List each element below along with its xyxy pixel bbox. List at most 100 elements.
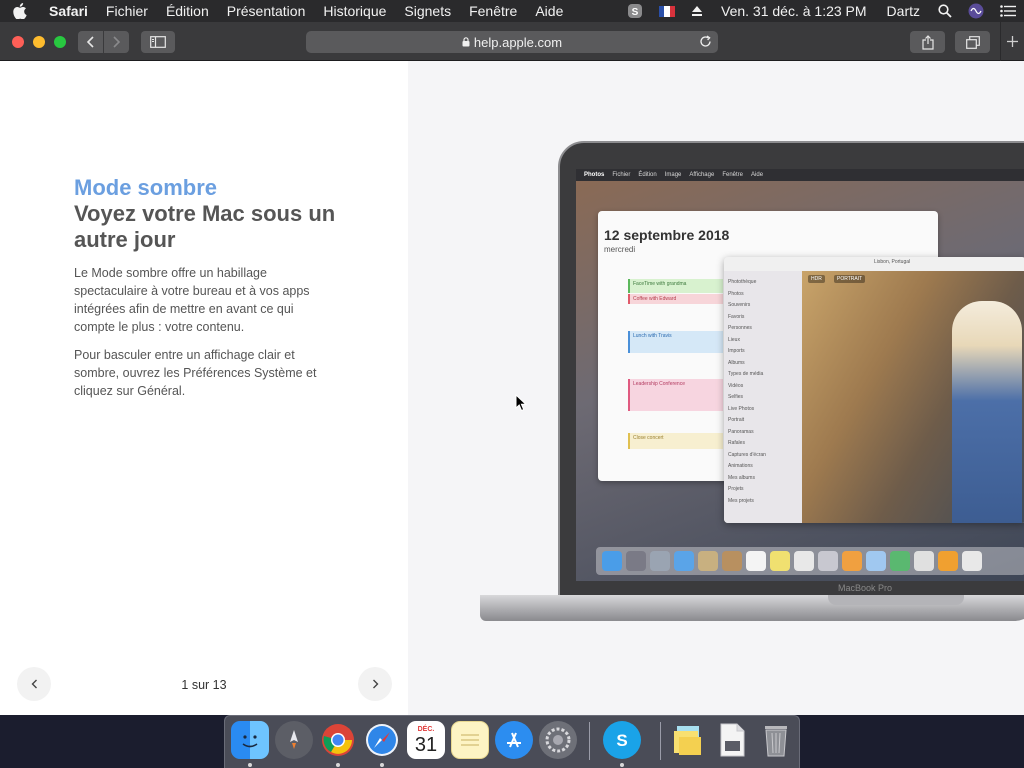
- screen-menubar: Photos Fichier Édition Image Affichage F…: [576, 169, 1024, 181]
- safari-window: help.apple.com Mode sombre Voyez votre M…: [0, 22, 1024, 715]
- tabs-overview-icon: [965, 35, 980, 49]
- menu-fenetre[interactable]: Fenêtre: [460, 0, 526, 22]
- dock: DÉC. 31 S: [224, 715, 800, 768]
- chevron-left-icon: [31, 679, 37, 689]
- mouse-cursor-icon: [515, 393, 528, 417]
- skype-status-icon[interactable]: S: [619, 0, 651, 22]
- feature-text-panel: Mode sombre Voyez votre Mac sous un autr…: [0, 61, 408, 715]
- share-button[interactable]: [910, 31, 945, 53]
- forward-button[interactable]: [104, 31, 129, 53]
- new-tab-button[interactable]: [1000, 22, 1024, 61]
- calendar-event: FaceTime with grandma: [628, 279, 723, 293]
- calendar-event: Leadership Conference: [628, 379, 723, 411]
- share-icon: [921, 34, 934, 50]
- calendar-date: 12 septembre 2018: [604, 227, 730, 243]
- reload-icon[interactable]: [699, 35, 712, 48]
- macbook-illustration: Photos Fichier Édition Image Affichage F…: [408, 61, 1024, 715]
- plus-icon: [1007, 36, 1018, 47]
- photos-sidebar-item: Mes projets: [728, 497, 754, 504]
- photos-sidebar-item: Portrait: [728, 417, 745, 423]
- safari-icon[interactable]: [363, 721, 401, 759]
- minimize-window-button[interactable]: [33, 36, 45, 48]
- notes-icon[interactable]: [451, 721, 489, 759]
- photos-window: Lisbon, Portugal Photothèque Photos Souv…: [724, 257, 1024, 523]
- page-content: Mode sombre Voyez votre Mac sous un autr…: [0, 61, 1024, 715]
- sidebar-toggle-button[interactable]: [141, 31, 175, 53]
- screen-dock: [596, 547, 1024, 575]
- photos-sidebar-item: Live Photos: [728, 405, 755, 412]
- eject-icon[interactable]: [683, 0, 711, 22]
- hdr-badge: HDR: [808, 275, 825, 283]
- photos-sidebar-item: Photos: [728, 290, 744, 297]
- calendar-event: Close concert: [628, 433, 723, 449]
- dock-separator: [660, 722, 661, 760]
- previous-slide-button[interactable]: [17, 667, 51, 701]
- photo-subject: [952, 301, 1022, 523]
- stickies-icon[interactable]: [669, 721, 707, 759]
- chevron-left-icon: [86, 36, 94, 48]
- apple-menu-icon[interactable]: [0, 3, 40, 19]
- running-indicator: [248, 763, 252, 767]
- menubar-clock[interactable]: Ven. 31 déc. à 1:23 PM: [711, 3, 877, 19]
- photos-sidebar-item: Mes albums: [728, 474, 755, 481]
- menubar-user[interactable]: Dartz: [877, 3, 930, 19]
- input-source-flag-icon[interactable]: [651, 0, 683, 22]
- siri-icon[interactable]: [960, 0, 992, 22]
- laptop-model-label: MacBook Pro: [838, 583, 893, 593]
- sidebar-icon: [150, 36, 166, 48]
- back-button[interactable]: [78, 31, 103, 53]
- app-store-icon[interactable]: [495, 721, 533, 759]
- spotlight-search-icon[interactable]: [930, 0, 960, 22]
- lock-icon: [462, 37, 470, 47]
- trash-icon[interactable]: [757, 721, 795, 759]
- url-text[interactable]: help.apple.com: [474, 35, 562, 50]
- system-preferences-icon[interactable]: [539, 721, 577, 759]
- screen-menu-item: Affichage: [689, 172, 715, 178]
- calendar-icon[interactable]: DÉC. 31: [407, 721, 445, 759]
- notification-center-icon[interactable]: [992, 0, 1024, 22]
- feature-description: Le Mode sombre offre un habillage specta…: [74, 266, 310, 334]
- slide-counter: 1 sur 13: [181, 678, 227, 692]
- photos-sidebar-item: Imports: [728, 348, 745, 354]
- photos-sidebar-item: Lieux: [728, 336, 740, 343]
- menu-fichier[interactable]: Fichier: [97, 0, 157, 22]
- menu-historique[interactable]: Historique: [314, 0, 395, 22]
- address-bar[interactable]: help.apple.com: [306, 31, 718, 53]
- chevron-right-icon: [113, 36, 121, 48]
- close-window-button[interactable]: [12, 36, 24, 48]
- menu-presentation[interactable]: Présentation: [218, 0, 315, 22]
- svg-text:S: S: [632, 7, 639, 18]
- menu-app-name[interactable]: Safari: [40, 0, 97, 22]
- menu-bar: Safari Fichier Édition Présentation Hist…: [0, 0, 1024, 22]
- svg-text:S: S: [616, 731, 627, 750]
- menu-edition[interactable]: Édition: [157, 0, 218, 22]
- running-indicator: [620, 763, 624, 767]
- show-all-tabs-button[interactable]: [955, 31, 990, 53]
- next-slide-button[interactable]: [358, 667, 392, 701]
- photo-location: Lisbon, Portugal: [874, 259, 911, 265]
- menu-signets[interactable]: Signets: [395, 0, 460, 22]
- page-title: Voyez votre Mac sous un autre jour: [74, 201, 336, 252]
- feature-instructions: Pour basculer entre un affichage clair e…: [74, 348, 317, 398]
- photos-sidebar-item: Rafales: [728, 440, 745, 446]
- calendar-icon-day: 31: [414, 733, 438, 756]
- menu-aide[interactable]: Aide: [526, 0, 572, 22]
- feature-eyebrow: Mode sombre: [74, 175, 218, 200]
- fullscreen-window-button[interactable]: [54, 36, 66, 48]
- calendar-icon-month: DÉC.: [417, 725, 435, 733]
- photos-sidebar-item: Souvenirs: [728, 302, 751, 308]
- screen-desktop: 12 septembre 2018 mercredi FaceTime with…: [576, 181, 1024, 581]
- preview-document-icon[interactable]: [713, 721, 751, 759]
- screen-menu-item: Image: [664, 172, 682, 178]
- laptop-notch: [828, 595, 964, 605]
- chrome-icon[interactable]: [319, 721, 357, 759]
- photo-preview: HDR PORTRAIT: [802, 271, 1024, 523]
- skype-icon[interactable]: S: [603, 721, 641, 759]
- finder-icon[interactable]: [231, 721, 269, 759]
- photos-sidebar-item: Types de média: [728, 371, 764, 377]
- photos-sidebar-item: Selfies: [728, 394, 744, 400]
- running-indicator: [380, 763, 384, 767]
- screen-menu-item: Édition: [638, 172, 657, 178]
- launchpad-icon[interactable]: [275, 721, 313, 759]
- photos-sidebar-item: Animations: [728, 463, 753, 469]
